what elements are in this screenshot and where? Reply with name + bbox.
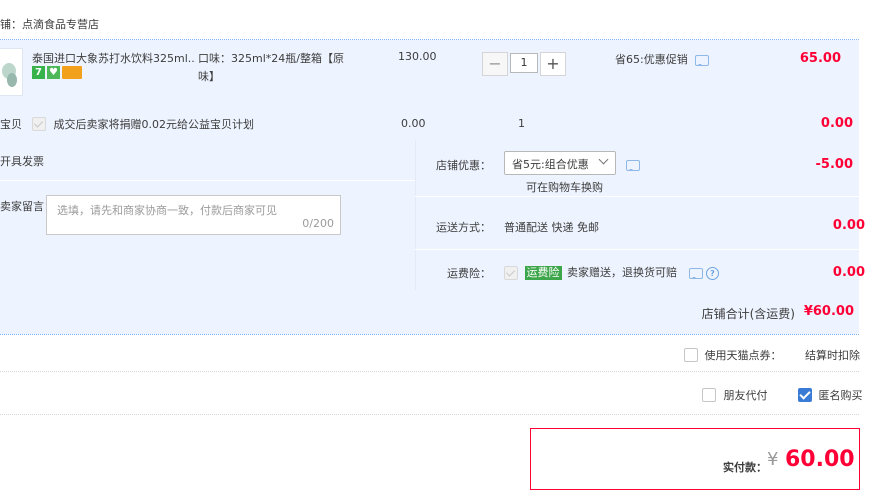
shop-total-label: 店铺合计(含运费): [701, 307, 795, 321]
memo-placeholder: 选填，请先和商家协商一致，付款后商家可见: [57, 204, 277, 217]
memo-char-count: 0/200: [302, 217, 334, 230]
memo-textarea[interactable]: 选填，请先和商家协商一致，付款后商家可见 0/200: [46, 195, 341, 235]
checkout-label: 实付款：: [723, 461, 767, 474]
checkout-summary: 实付款： ¥ 60.00: [530, 428, 860, 490]
shop-total-row: 店铺合计(含运费) ¥60.00: [0, 290, 859, 334]
insurance-tag: 运费险: [524, 266, 562, 280]
chat-bubble-icon[interactable]: [626, 159, 640, 171]
tmall-points-label: 使用天猫点券：: [704, 349, 782, 362]
promotion-info: 省65:优惠促销: [615, 51, 710, 67]
insurance-option: 运费险 卖家赠送，退换货可赔 ?: [504, 264, 719, 280]
anonymous-label: 匿名购买: [818, 389, 863, 402]
invoice-label[interactable]: 开具发票: [0, 153, 44, 169]
charity-text: 成交后卖家将捐赠0.02元给公益宝贝计划: [53, 118, 255, 131]
service-badges: 7 ♥: [32, 66, 84, 79]
divider: [0, 334, 859, 335]
shop-discount-label: 店铺优惠：: [436, 159, 491, 172]
insurance-label: 运费险：: [447, 267, 491, 280]
product-image[interactable]: [0, 48, 23, 96]
item-total-price: 65.00: [799, 51, 841, 66]
shop-discount-amount: -5.00: [815, 157, 853, 172]
shield-guarantee-icon[interactable]: ♥: [47, 66, 60, 79]
quantity-input[interactable]: 1: [510, 53, 538, 73]
friend-pay-option: 朋友代付: [702, 387, 768, 403]
decrease-quantity-button[interactable]: −: [482, 52, 508, 76]
shop-discount-select[interactable]: 省5元:组合优惠: [504, 151, 616, 175]
cart-item-row: 泰国进口大象苏打水饮料325ml... 7 ♥ 口味：325ml*24瓶/整箱【原…: [0, 40, 859, 140]
chat-bubble-icon[interactable]: [688, 267, 703, 279]
friend-pay-label: 朋友代付: [723, 389, 768, 402]
shop-total-amount: ¥60.00: [803, 304, 854, 319]
help-icon[interactable]: ?: [706, 266, 719, 280]
anonymous-checkbox[interactable]: [798, 388, 812, 402]
increase-quantity-button[interactable]: +: [540, 52, 566, 76]
insurance-checkbox[interactable]: [504, 266, 518, 280]
charity-price: 0.00: [401, 117, 426, 130]
tmall-points-value: 结算时扣除: [805, 349, 860, 362]
product-title[interactable]: 泰国进口大象苏打水饮料325ml...: [32, 50, 196, 66]
charity-option: 成交后卖家将捐赠0.02元给公益宝贝计划: [32, 116, 254, 132]
charity-checkbox[interactable]: [32, 117, 46, 131]
tmall-points-option: 使用天猫点券：: [684, 347, 782, 363]
insurance-amount: 0.00: [832, 265, 865, 280]
checkout-amount: 60.00: [785, 447, 855, 472]
chevron-down-icon: [598, 154, 609, 165]
shipping-method: 普通配送 快递 免邮: [504, 221, 599, 234]
charity-quantity: 1: [518, 117, 525, 130]
charity-total: 0.00: [820, 116, 853, 131]
promotion-text: 省65:优惠促销: [615, 53, 688, 66]
product-spec: 口味：325ml*24瓶/整箱【原味】: [198, 52, 344, 83]
friend-pay-checkbox[interactable]: [702, 388, 716, 402]
insurance-text: 卖家赠送，退换货可赔: [567, 266, 677, 279]
tmall-points-checkbox[interactable]: [684, 348, 698, 362]
shop-discount-note: 可在购物车换购: [526, 181, 603, 194]
chat-bubble-icon[interactable]: [695, 54, 710, 66]
checkout-currency: ¥: [767, 449, 779, 470]
anonymous-option: 匿名购买: [798, 387, 863, 403]
credit-card-icon[interactable]: [62, 66, 82, 79]
unit-price: 130.00: [398, 50, 437, 63]
quantity-stepper: − 1 +: [482, 52, 566, 76]
shop-discount-selected: 省5元:组合优惠: [512, 158, 589, 171]
seven-day-return-icon[interactable]: 7: [32, 66, 45, 79]
shipping-label: 运送方式：: [436, 221, 491, 234]
shipping-amount: 0.00: [832, 218, 865, 233]
charity-label: 宝贝: [0, 118, 22, 131]
store-name[interactable]: 铺：点滴食品专营店: [0, 16, 99, 32]
